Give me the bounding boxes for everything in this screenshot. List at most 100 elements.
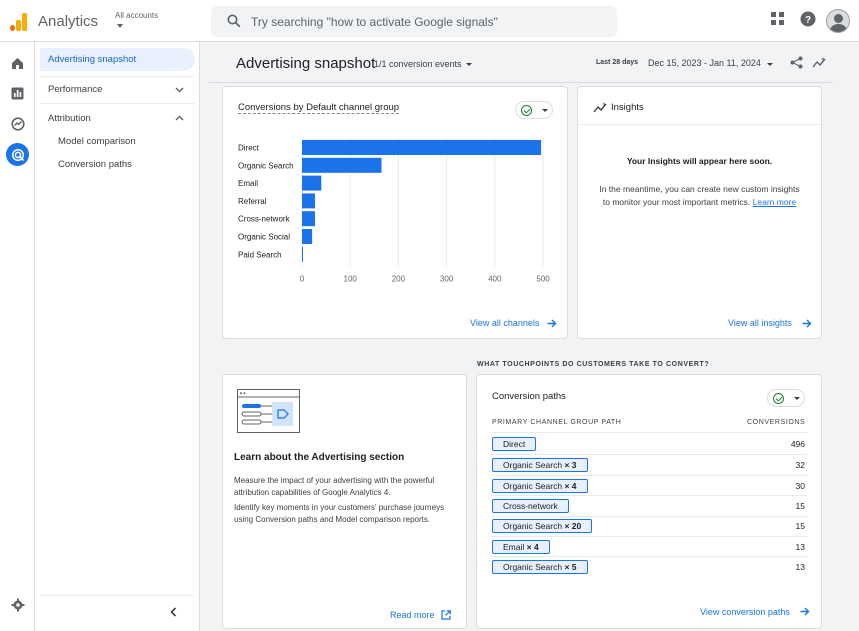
nav-item-attribution[interactable]: Attribution [48,113,91,124]
insights-trend-icon [593,102,607,113]
share-icon[interactable] [790,56,803,69]
nav-item-advertising-snapshot[interactable]: Advertising snapshot [48,54,136,65]
nav-item-conversion-paths[interactable]: Conversion paths [58,159,132,170]
caret-down-icon[interactable] [117,24,123,28]
bar [302,246,303,262]
view-all-insights-link[interactable]: View all insights [728,318,792,328]
caret-down-icon [794,397,800,400]
path-multiplier: × 20 [564,521,582,531]
check-circle-icon [521,105,532,116]
bar [302,140,542,155]
bar [302,193,316,209]
path-chip[interactable]: Organic Search × 20 [492,519,593,533]
path-name: Organic Search [503,562,563,572]
advertising-icon[interactable] [8,145,27,164]
path-chip[interactable]: Organic Search × 3 [492,458,588,472]
path-multiplier: × 5 [564,562,577,572]
caret-down-icon[interactable] [767,63,773,66]
col-header-conversions: CONVERSIONS [747,419,806,426]
home-icon[interactable] [8,54,27,73]
arrow-right-icon[interactable] [547,319,557,328]
row-divider [491,495,807,496]
x-tick-label: 500 [536,275,550,284]
path-chip[interactable]: Email × 4 [492,540,550,554]
row-divider [491,556,807,557]
insights-body-text: to monitor your most important metrics. [602,197,751,207]
left-rail [0,42,35,631]
svg-text:?: ? [805,15,811,26]
nav-divider [40,595,195,596]
insights-body: In the meantime, you can create new cust… [599,184,800,194]
conversion-events-dropdown[interactable]: 1/1 conversion events [374,59,462,69]
nav-item-model-comparison[interactable]: Model comparison [58,136,136,147]
category-label: Direct [238,144,260,153]
path-multiplier: × 4 [564,481,577,491]
avatar[interactable] [826,9,850,33]
account-selector[interactable]: All accounts [115,11,158,20]
card-divider [578,124,821,125]
table-divider [491,432,807,433]
search-icon [227,14,241,28]
view-conversion-paths-link[interactable]: View conversion paths [700,607,790,617]
path-chip[interactable]: Organic Search × 5 [492,560,588,574]
bar [302,211,316,227]
category-label: Cross-network [238,215,291,224]
learn-more-link[interactable]: Learn more [753,197,796,207]
conversion-paths-title: Conversion paths [492,391,566,402]
caret-down-icon[interactable] [466,63,472,66]
path-name: Direct [503,439,526,449]
insights-sparkle-icon[interactable] [812,56,826,69]
learn-card-p1-line2: attribution capabilities of Google Analy… [234,488,391,497]
path-chip[interactable]: Direct [492,437,537,451]
nav-divider [40,103,195,104]
date-range-picker[interactable]: Dec 15, 2023 - Jan 11, 2024 [648,58,761,68]
path-conversions: 13 [795,562,805,572]
category-label: Organic Search [238,161,294,170]
chevron-down-icon[interactable] [175,85,184,94]
category-label: Referral [238,197,267,206]
x-tick-label: 300 [440,275,454,284]
caret-down-icon [542,109,548,112]
data-quality-check-chip[interactable] [767,389,805,407]
channel-bar-chart: 0 100 200 300 400 500 Direct Organic Search Emai… [238,138,550,284]
check-circle-icon [773,393,784,404]
read-more-link[interactable]: Read more [390,610,435,620]
settings-gear-icon[interactable] [8,595,27,614]
open-in-new-icon[interactable] [441,610,451,620]
apps-grid-icon[interactable] [771,12,784,25]
view-all-channels-link[interactable]: View all channels [470,318,539,328]
nav-item-performance[interactable]: Performance [48,84,102,95]
nav-divider [40,76,195,77]
search-bar[interactable]: Try searching "how to activate Google si… [211,6,617,37]
reports-icon[interactable] [8,84,27,103]
x-tick-label: 100 [344,275,358,284]
learn-advertising-card: Learn about the Advertising section Meas… [222,374,467,629]
collapse-chevron-left-icon[interactable] [169,607,178,617]
help-icon[interactable]: ? [800,11,816,27]
row-divider [491,516,807,517]
data-quality-check-chip[interactable] [515,101,553,119]
path-chip[interactable]: Cross-network [492,499,569,513]
arrow-right-icon[interactable] [800,607,810,616]
explore-icon[interactable] [8,114,27,133]
insights-heading: Your Insights will appear here soon. [626,156,773,166]
category-label: Email [238,179,258,188]
bar [302,175,322,191]
card-title[interactable]: Conversions by Default channel group [238,102,400,114]
x-tick-label: 200 [392,275,406,284]
path-conversions: 32 [795,460,805,470]
date-preset-label: Last 28 days [596,59,639,66]
bar [302,157,382,173]
insights-body-line2: to monitor your most important metrics. … [578,197,821,207]
path-conversions: 13 [795,542,805,552]
path-multiplier: × 3 [564,460,577,470]
arrow-right-icon[interactable] [802,319,812,328]
analytics-logo-icon[interactable] [10,13,28,31]
path-chip[interactable]: Organic Search × 4 [492,479,588,493]
row-divider [491,536,807,537]
category-label: Paid Search [238,250,282,259]
path-conversions: 496 [790,439,805,449]
chevron-up-icon[interactable] [175,114,184,123]
search-input[interactable]: Try searching "how to activate Google si… [251,15,498,29]
header-divider [209,82,833,83]
